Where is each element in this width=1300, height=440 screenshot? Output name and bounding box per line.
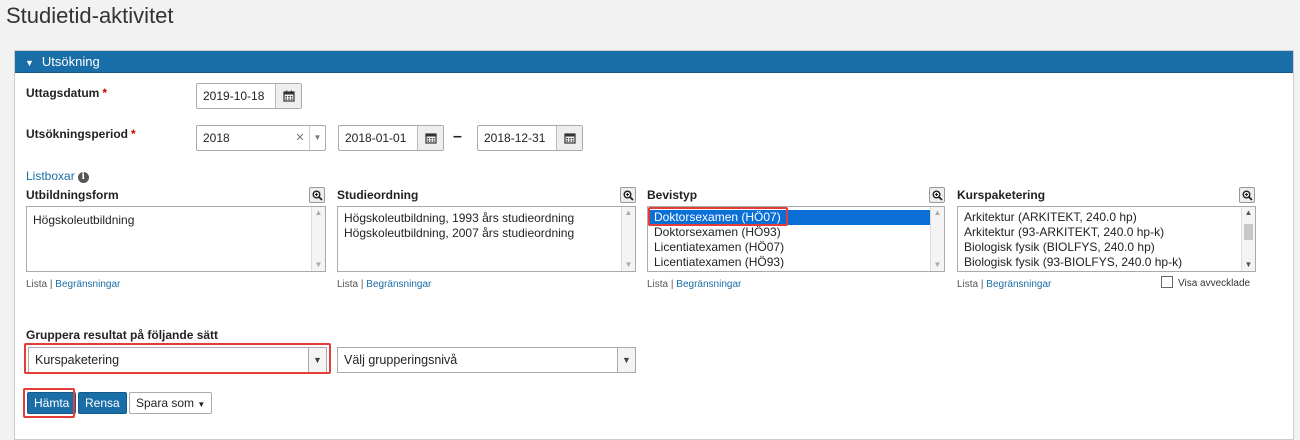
hamta-button[interactable]: Hämta <box>27 392 77 414</box>
listboxar-heading: Listboxar i <box>26 169 89 183</box>
list-item[interactable]: Licentiatexamen (HÖ93) <box>648 255 930 270</box>
uttagsdatum-value[interactable]: 2019-10-18 <box>197 84 275 108</box>
list-item[interactable]: Biologisk fysik (93-BIOLFYS, 240.0 hp-k) <box>958 255 1241 270</box>
zoom-in-icon[interactable] <box>1239 187 1255 203</box>
clear-icon[interactable]: ✕ <box>291 126 309 150</box>
kurspaketering-listbox[interactable]: Arkitektur (ARKITEKT, 240.0 hp) Arkitekt… <box>957 206 1256 272</box>
lista-link[interactable]: Lista <box>647 279 668 290</box>
list-item[interactable]: Högskoleutbildning, 1993 års studieordni… <box>338 211 621 226</box>
period-year-value: 2018 <box>203 131 230 145</box>
spara-som-button[interactable]: Spara som ▼ <box>129 392 213 414</box>
period-to-value[interactable]: 2018-12-31 <box>478 126 556 150</box>
scrollbar[interactable]: ▲ ▼ <box>621 207 635 271</box>
list-item[interactable]: Doktorsexamen (HÖ93) <box>648 225 930 240</box>
gruppera-select-2-value: Välj grupperingsnivå <box>344 353 458 367</box>
period-from-field[interactable]: 2018-01-01 <box>338 125 444 151</box>
uttagsdatum-label: Uttagsdatum * <box>26 86 108 100</box>
calendar-icon[interactable] <box>417 126 443 150</box>
zoom-in-icon[interactable] <box>309 187 325 203</box>
calendar-icon[interactable] <box>275 84 301 108</box>
listboxar-link[interactable]: Listboxar <box>26 169 75 183</box>
caret-down-icon: ▼ <box>197 400 206 409</box>
kurspaketering-label: Kurspaketering <box>957 188 1046 202</box>
rensa-button[interactable]: Rensa <box>78 392 127 414</box>
utbildningsform-label: Utbildningsform <box>26 188 119 202</box>
studieordning-label: Studieordning <box>337 188 419 202</box>
gruppera-label: Gruppera resultat på följande sätt <box>26 328 219 342</box>
uttagsdatum-field[interactable]: 2019-10-18 <box>196 83 302 109</box>
list-item[interactable]: Arkitektur (93-ARKITEKT, 240.0 hp-k) <box>958 225 1241 240</box>
period-from-value[interactable]: 2018-01-01 <box>339 126 417 150</box>
calendar-icon[interactable] <box>556 126 582 150</box>
kurspaketering-sublinks: Lista | Begränsningar <box>957 279 1052 290</box>
page-title: Studietid-aktivitet <box>6 3 174 28</box>
visa-avvecklade-label: Visa avvecklade <box>1178 278 1251 289</box>
list-item-selected[interactable]: Doktorsexamen (HÖ07) <box>648 210 930 225</box>
visa-avvecklade-checkbox[interactable] <box>1161 276 1173 288</box>
begransningar-link[interactable]: Begränsningar <box>676 279 741 290</box>
studieordning-listbox[interactable]: Högskoleutbildning, 1993 års studieordni… <box>337 206 636 272</box>
list-item[interactable]: Högskoleutbildning <box>27 209 311 228</box>
utbildningsform-sublinks: Lista | Begränsningar <box>26 279 121 290</box>
gruppera-select-1[interactable]: Kurspaketering ▼ <box>28 347 327 373</box>
list-item[interactable]: Arkitektur (ARKITEKT, 240.0 hp) <box>958 210 1241 225</box>
list-item[interactable]: Högskoleutbildning, 2007 års studieordni… <box>338 226 621 241</box>
lista-link[interactable]: Lista <box>26 279 47 290</box>
chevron-down-icon[interactable]: ▼ <box>309 126 325 150</box>
begransningar-link[interactable]: Begränsningar <box>986 279 1051 290</box>
zoom-in-icon[interactable] <box>929 187 945 203</box>
chevron-down-icon[interactable]: ▼ <box>617 348 635 372</box>
begransningar-link[interactable]: Begränsningar <box>55 279 120 290</box>
lista-link[interactable]: Lista <box>957 279 978 290</box>
scrollbar[interactable]: ▲ ▼ <box>1241 207 1255 271</box>
utbildningsform-listbox[interactable]: Högskoleutbildning ▲ ▼ <box>26 206 326 272</box>
gruppera-select-1-value: Kurspaketering <box>35 353 120 367</box>
gruppera-select-2[interactable]: Välj grupperingsnivå ▼ <box>337 347 636 373</box>
period-to-field[interactable]: 2018-12-31 <box>477 125 583 151</box>
chevron-down-icon[interactable]: ▼ <box>308 348 326 372</box>
period-label: Utsökningsperiod * <box>26 127 136 141</box>
begransningar-link[interactable]: Begränsningar <box>366 279 431 290</box>
lista-link[interactable]: Lista <box>337 279 358 290</box>
bevistyp-label: Bevistyp <box>647 188 698 202</box>
bevistyp-listbox[interactable]: Doktorsexamen (HÖ07) Doktorsexamen (HÖ93… <box>647 206 945 272</box>
list-item[interactable]: Licentiatexamen (HÖ07) <box>648 240 930 255</box>
studieordning-sublinks: Lista | Begränsningar <box>337 279 432 290</box>
visa-avvecklade[interactable]: Visa avvecklade <box>1161 276 1250 289</box>
scrollbar[interactable]: ▲ ▼ <box>311 207 325 271</box>
scrollbar[interactable]: ▲ ▼ <box>930 207 944 271</box>
zoom-in-icon[interactable] <box>620 187 636 203</box>
panel-title: Utsökning <box>41 54 100 69</box>
bevistyp-sublinks: Lista | Begränsningar <box>647 279 742 290</box>
caret-down-icon: ▼ <box>25 58 34 68</box>
spara-som-label: Spara som <box>136 396 195 410</box>
period-dash: – <box>453 128 462 145</box>
info-icon[interactable]: i <box>77 172 89 183</box>
list-item[interactable]: Biologisk fysik (BIOLFYS, 240.0 hp) <box>958 240 1241 255</box>
period-year-combo[interactable]: 2018 ✕ ▼ <box>196 125 326 151</box>
panel-header[interactable]: ▼ Utsökning <box>15 51 1293 73</box>
